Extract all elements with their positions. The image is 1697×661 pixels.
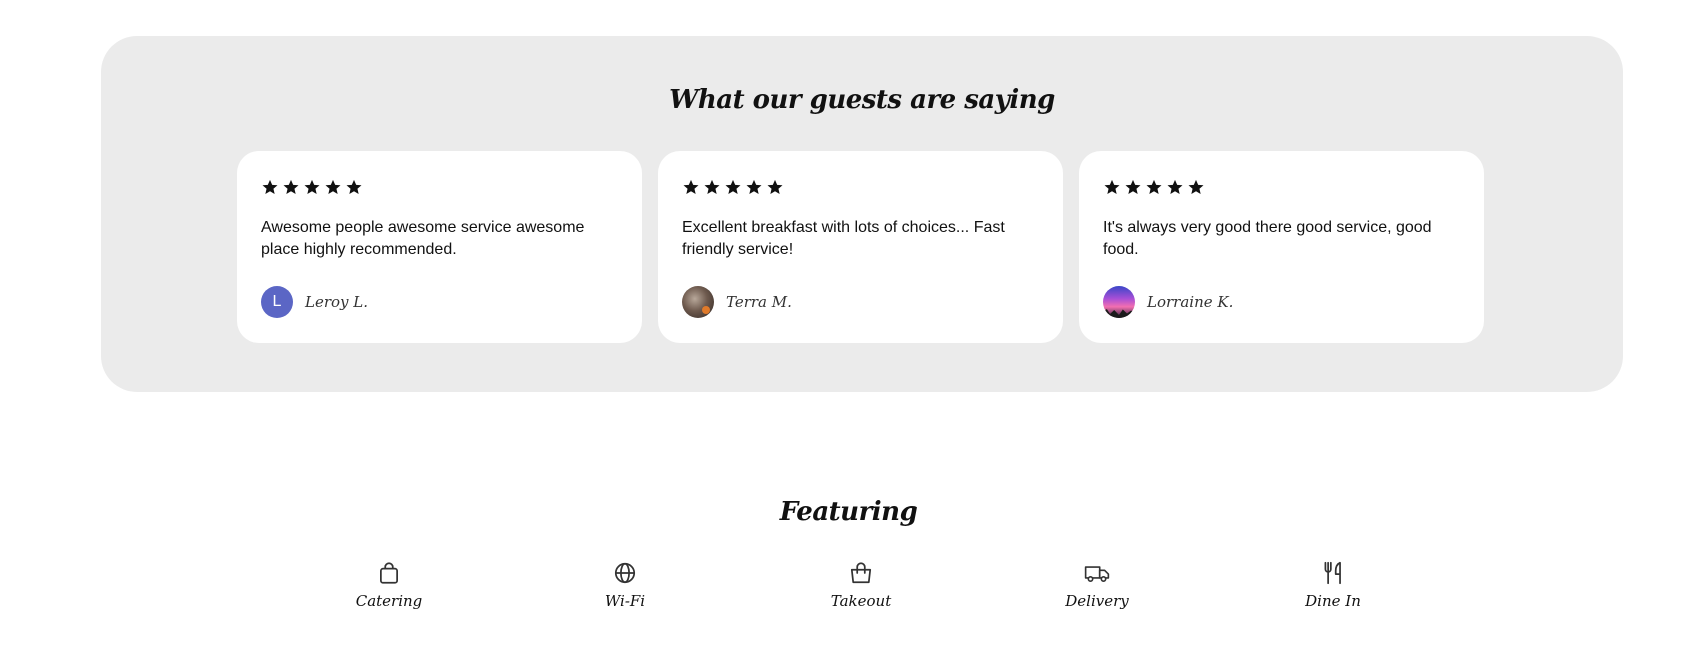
star-rating xyxy=(261,177,618,197)
fork-knife-icon xyxy=(1320,560,1346,586)
avatar xyxy=(1103,286,1135,318)
feature-takeout: Takeout xyxy=(791,560,931,610)
feature-list: Catering Wi-Fi Takeout Delivery Dine In xyxy=(0,560,1697,630)
avatar: L xyxy=(261,286,293,318)
truck-icon xyxy=(1084,560,1110,586)
author-name: Lorraine K. xyxy=(1147,293,1234,311)
star-icon xyxy=(724,178,742,196)
feature-label: Delivery xyxy=(1065,592,1129,610)
author-name: Terra M. xyxy=(726,293,792,311)
avatar xyxy=(682,286,714,318)
feature-label: Takeout xyxy=(830,592,892,610)
review-text: It's always very good there good service… xyxy=(1103,219,1432,258)
star-rating xyxy=(1103,177,1460,197)
review-card: Excellent breakfast with lots of choices… xyxy=(658,151,1063,343)
review-author: Lorraine K. xyxy=(1103,286,1233,318)
feature-label: Wi-Fi xyxy=(604,592,646,610)
feature-dine-in: Dine In xyxy=(1263,560,1403,610)
star-icon xyxy=(1166,178,1184,196)
star-icon xyxy=(303,178,321,196)
star-icon xyxy=(1103,178,1121,196)
author-name: Leroy L. xyxy=(305,293,369,311)
feature-label: Catering xyxy=(355,592,423,610)
star-icon xyxy=(682,178,700,196)
star-icon xyxy=(345,178,363,196)
review-text: Excellent breakfast with lots of choices… xyxy=(682,219,1005,258)
star-icon xyxy=(324,178,342,196)
review-author: L Leroy L. xyxy=(261,286,368,318)
globe-icon xyxy=(612,560,638,586)
testimonials-title: What our guests are saying xyxy=(669,85,1055,115)
star-icon xyxy=(1145,178,1163,196)
featuring-title: Featuring xyxy=(779,497,918,527)
bag-icon xyxy=(376,560,402,586)
page: What our guests are saying Awesome peopl… xyxy=(0,0,1697,661)
review-author: Terra M. xyxy=(682,286,792,318)
review-cards: Awesome people awesome service awesome p… xyxy=(237,151,1484,343)
star-icon xyxy=(261,178,279,196)
review-card: It's always very good there good service… xyxy=(1079,151,1484,343)
feature-catering: Catering xyxy=(319,560,459,610)
review-text: Awesome people awesome service awesome p… xyxy=(261,219,585,258)
feature-delivery: Delivery xyxy=(1027,560,1167,610)
review-card: Awesome people awesome service awesome p… xyxy=(237,151,642,343)
feature-label: Dine In xyxy=(1305,592,1361,610)
star-icon xyxy=(745,178,763,196)
feature-wifi: Wi-Fi xyxy=(555,560,695,610)
star-icon xyxy=(282,178,300,196)
star-icon xyxy=(1187,178,1205,196)
star-icon xyxy=(766,178,784,196)
testimonials-section: What our guests are saying Awesome peopl… xyxy=(101,36,1623,392)
star-icon xyxy=(1124,178,1142,196)
star-rating xyxy=(682,177,1039,197)
star-icon xyxy=(703,178,721,196)
shopping-bag-icon xyxy=(848,560,874,586)
